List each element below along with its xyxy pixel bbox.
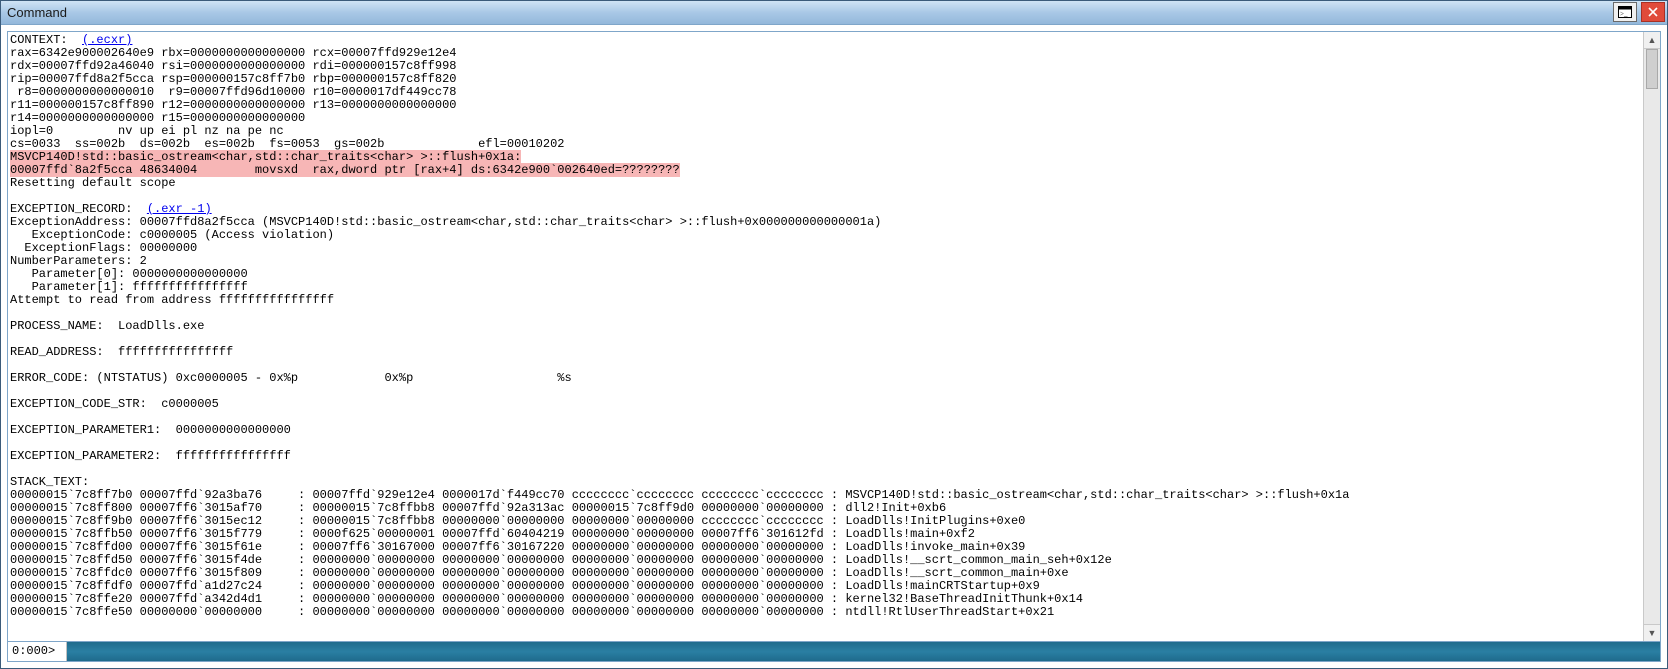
faulting-symbol: MSVCP140D!std::basic_ostream<char,std::c…	[10, 150, 521, 164]
reg-line: rip=00007ffd8a2f5cca rsp=000000157c8ff7b…	[10, 72, 456, 86]
scroll-thumb[interactable]	[1646, 49, 1658, 89]
console-button[interactable]: >_	[1613, 2, 1637, 22]
console-icon: >_	[1618, 6, 1632, 18]
exc-line: NumberParameters: 2	[10, 254, 147, 268]
close-button[interactable]	[1641, 2, 1665, 22]
vertical-scrollbar[interactable]: ▲ ▼	[1643, 32, 1660, 641]
reg-line: r8=0000000000000010 r9=00007ffd96d10000 …	[10, 85, 456, 99]
stack-row: 00000015`7c8ff800 00007ff6`3015af70 : 00…	[10, 501, 946, 515]
titlebar[interactable]: Command >_	[1, 1, 1667, 25]
command-input[interactable]	[67, 642, 1660, 661]
reset-scope: Resetting default scope	[10, 176, 176, 190]
exc-line: ExceptionCode: c0000005 (Access violatio…	[10, 228, 334, 242]
prompt-row: 0:000>	[8, 641, 1660, 661]
exc-line: Attempt to read from address fffffffffff…	[10, 293, 334, 307]
stack-row: 00000015`7c8ffd00 00007ff6`3015f61e : 00…	[10, 540, 1025, 554]
reg-line: cs=0033 ss=002b ds=002b es=002b fs=0053 …	[10, 137, 565, 151]
scroll-track[interactable]	[1644, 49, 1660, 624]
process-name: PROCESS_NAME: LoadDlls.exe	[10, 319, 204, 333]
window-title: Command	[7, 5, 67, 20]
stack-header: STACK_TEXT:	[10, 475, 104, 489]
context-header: CONTEXT:	[10, 33, 82, 47]
stack-row: 00000015`7c8ff7b0 00007ffd`92a3ba76 : 00…	[10, 488, 1349, 502]
stack-row: 00000015`7c8ffe20 00007ffd`a342d4d1 : 00…	[10, 592, 1083, 606]
output-area: CONTEXT: (.ecxr) rax=6342e900002640e9 rb…	[8, 32, 1660, 641]
reg-line: r11=000000157c8ff890 r12=000000000000000…	[10, 98, 456, 112]
close-icon	[1648, 7, 1658, 17]
prompt-label: 0:000>	[8, 642, 67, 661]
exception-parameter1: EXCEPTION_PARAMETER1: 0000000000000000	[10, 423, 291, 437]
error-code: ERROR_CODE: (NTSTATUS) 0xc0000005 - 0x%p…	[10, 371, 572, 385]
reg-line: rdx=00007ffd92a46040 rsi=000000000000000…	[10, 59, 456, 73]
reg-line: r14=0000000000000000 r15=000000000000000…	[10, 111, 305, 125]
exc-line: ExceptionAddress: 00007ffd8a2f5cca (MSVC…	[10, 215, 881, 229]
stack-row: 00000015`7c8ffdf0 00007ffd`a1d27c24 : 00…	[10, 579, 1040, 593]
exception-header: EXCEPTION_RECORD:	[10, 202, 147, 216]
exception-parameter2: EXCEPTION_PARAMETER2: ffffffffffffffff	[10, 449, 291, 463]
exc-line: ExceptionFlags: 00000000	[10, 241, 197, 255]
window-buttons: >_	[1611, 1, 1667, 24]
scroll-up-arrow[interactable]: ▲	[1644, 32, 1660, 49]
command-window: Command >_ CONTEXT: (.ecxr) rax=6342e900…	[0, 0, 1668, 669]
read-address: READ_ADDRESS: ffffffffffffffff	[10, 345, 240, 359]
reg-line: rax=6342e900002640e9 rbx=000000000000000…	[10, 46, 456, 60]
stack-row: 00000015`7c8ffb50 00007ff6`3015f779 : 00…	[10, 527, 975, 541]
faulting-instruction: 00007ffd`8a2f5cca 48634004 movsxd rax,dw…	[10, 163, 680, 177]
stack-row: 00000015`7c8ffe50 00000000`00000000 : 00…	[10, 605, 1054, 619]
exception-code-str: EXCEPTION_CODE_STR: c0000005	[10, 397, 219, 411]
exr-link[interactable]: (.exr -1)	[147, 202, 212, 216]
scroll-down-arrow[interactable]: ▼	[1644, 624, 1660, 641]
command-output[interactable]: CONTEXT: (.ecxr) rax=6342e900002640e9 rb…	[8, 32, 1643, 641]
content-wrap: CONTEXT: (.ecxr) rax=6342e900002640e9 rb…	[7, 31, 1661, 662]
reg-line: iopl=0 nv up ei pl nz na pe nc	[10, 124, 284, 138]
stack-row: 00000015`7c8ffd50 00007ff6`3015f4de : 00…	[10, 553, 1112, 567]
ecxr-link[interactable]: (.ecxr)	[82, 33, 132, 47]
stack-row: 00000015`7c8ffdc0 00007ff6`3015f809 : 00…	[10, 566, 1069, 580]
stack-row: 00000015`7c8ff9b0 00007ff6`3015ec12 : 00…	[10, 514, 1025, 528]
svg-text:>_: >_	[1620, 10, 1628, 18]
exc-line: Parameter[1]: ffffffffffffffff	[10, 280, 248, 294]
exc-line: Parameter[0]: 0000000000000000	[10, 267, 248, 281]
